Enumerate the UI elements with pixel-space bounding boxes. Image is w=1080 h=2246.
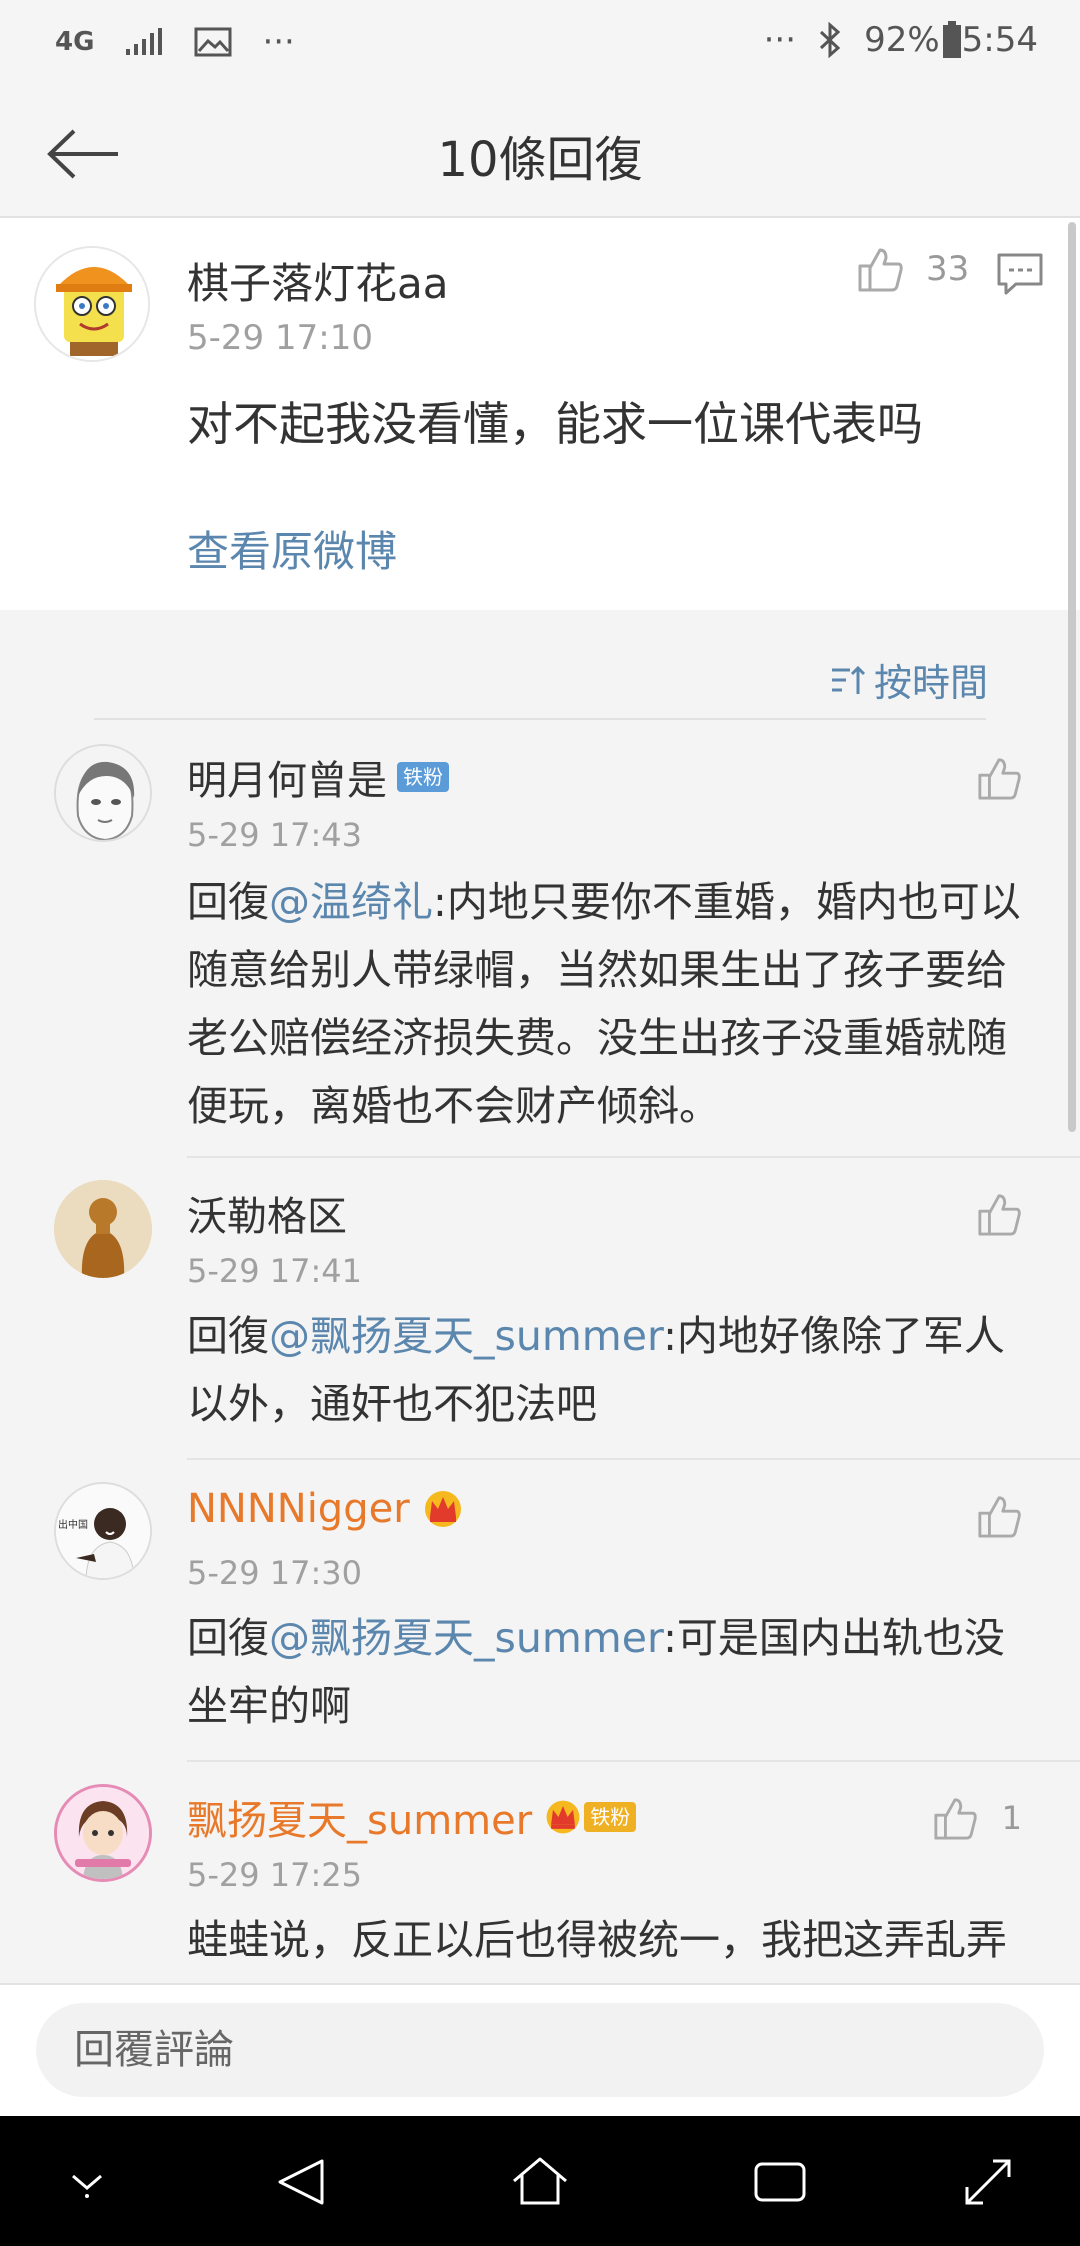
- reply-input[interactable]: [36, 2003, 1044, 2097]
- chevron-down-icon: [72, 2174, 102, 2198]
- comment-time: 5-29 17:10: [187, 318, 373, 358]
- expand-icon: [965, 2159, 1011, 2205]
- username-text: 明月何曾是: [187, 758, 387, 804]
- mention-link[interactable]: @飘扬夏天_summer: [269, 1614, 663, 1662]
- reply-item: 明月何曾是 铁粉 5-29 17:43 回復@温绮礼:内地只要你不重婚，婚内也可…: [0, 720, 1080, 1160]
- reply-item: 飘扬夏天_summer 铁粉 5-29 17:25 1 蛙蛙说，反正以后也得被统…: [0, 1762, 1080, 1983]
- username-text: 沃勒格区: [187, 1194, 347, 1240]
- network-4g-icon: 4G: [55, 27, 95, 57]
- thumbs-up-icon: [858, 248, 903, 292]
- reply-prefix: 回復: [187, 1312, 269, 1360]
- status-time: 5:54: [961, 20, 1038, 60]
- sort-row: 按時間: [0, 610, 1080, 720]
- reply-item: 出中国 NNNNigger 5-29 17:30 回復@飘扬夏天_summer:…: [0, 1460, 1080, 1762]
- reply-text: 回復@飘扬夏天_summer:内地好像除了军人以外，通奸也不犯法吧: [187, 1302, 1032, 1438]
- reply-text: 回復@温绮礼:内地只要你不重婚，婚内也可以随意给别人带绿帽，当然如果生出了孩子要…: [187, 868, 1032, 1140]
- like-button[interactable]: [976, 756, 1022, 800]
- nav-back-button[interactable]: [266, 2152, 336, 2212]
- comment-username[interactable]: 棋子落灯花aa: [187, 250, 448, 311]
- comment-icon: [997, 253, 1043, 295]
- navigation-bar: [0, 2116, 1080, 2246]
- nav-expand-button[interactable]: [953, 2152, 1023, 2212]
- avatar[interactable]: [54, 1784, 152, 1882]
- thumbs-up-icon: [978, 1496, 1021, 1538]
- username-text: 飘扬夏天_summer: [187, 1798, 533, 1844]
- hide-keyboard-button[interactable]: [52, 2152, 122, 2212]
- like-button[interactable]: [976, 1494, 1022, 1538]
- thumbs-up-icon: [978, 758, 1021, 800]
- battery-icon: [942, 21, 961, 58]
- reply-prefix: 回復: [187, 1614, 269, 1662]
- reply-time: 5-29 17:41: [187, 1252, 363, 1290]
- username-text: NNNNigger: [187, 1486, 410, 1532]
- bluetooth-icon: [820, 22, 841, 58]
- like-button[interactable]: 1: [932, 1796, 1022, 1840]
- original-comment: 棋子落灯花aa 5-29 17:10 33 对不起我没看懂，能求一位课代表吗 查…: [0, 218, 1080, 610]
- reply-time: 5-29 17:30: [187, 1554, 363, 1592]
- reply-prefix: 回復: [187, 878, 269, 926]
- reply-text: 蛙蛙说，反正以后也得被统一，我把这弄乱弄: [187, 1906, 1032, 1974]
- reply-body: 蛙蛙说，反正以后也得被统一，我把这弄乱弄: [187, 1916, 1007, 1964]
- status-bar: 4G ··· ··· 92% 5:54: [0, 0, 1080, 90]
- sort-by-time-button[interactable]: 按時間: [830, 652, 988, 707]
- back-triangle-icon: [278, 2159, 324, 2205]
- avatar-caption: 出中国: [58, 1518, 88, 1531]
- reply-username[interactable]: 明月何曾是 铁粉: [187, 748, 449, 806]
- battery-percent: 92%: [864, 20, 940, 60]
- reply-button[interactable]: [996, 252, 1044, 296]
- mention-link[interactable]: @温绮礼: [269, 878, 433, 926]
- avatar[interactable]: 出中国: [54, 1482, 152, 1580]
- thumbs-up-icon: [978, 1194, 1021, 1236]
- like-count: 1: [1001, 1799, 1022, 1837]
- home-icon: [513, 2157, 567, 2205]
- mention-link[interactable]: @飘扬夏天_summer: [269, 1312, 663, 1360]
- like-button[interactable]: [976, 1192, 1022, 1236]
- vip-crown-icon: [546, 1800, 580, 1834]
- status-overflow: ···: [763, 20, 797, 60]
- app-bar: 10條回復: [0, 90, 1080, 218]
- reply-input-bar: [0, 1983, 1080, 2116]
- scrollbar[interactable]: [1068, 222, 1076, 1132]
- fan-badge: 铁粉: [584, 1802, 637, 1832]
- view-original-link[interactable]: 查看原微博: [187, 518, 397, 579]
- sort-label: 按時間: [873, 661, 988, 705]
- fan-badge: 铁粉: [397, 762, 449, 792]
- nav-home-button[interactable]: [505, 2152, 575, 2212]
- reply-time: 5-29 17:43: [187, 816, 363, 854]
- vip-crown-icon: [424, 1491, 461, 1527]
- recents-icon: [754, 2162, 806, 2202]
- sort-icon: [831, 665, 866, 694]
- reply-item: 沃勒格区 5-29 17:41 回復@飘扬夏天_summer:内地好像除了军人以…: [0, 1158, 1080, 1460]
- gallery-icon: [194, 27, 232, 57]
- avatar[interactable]: [34, 246, 150, 362]
- reply-username[interactable]: 飘扬夏天_summer 铁粉: [187, 1788, 637, 1846]
- signal-icon: [126, 28, 163, 55]
- nav-recents-button[interactable]: [745, 2152, 815, 2212]
- avatar[interactable]: [54, 744, 152, 842]
- reply-username[interactable]: NNNNigger: [187, 1486, 466, 1532]
- reply-text: 回復@飘扬夏天_summer:可是国内出轨也没坐牢的啊: [187, 1604, 1032, 1740]
- like-button[interactable]: 33: [856, 246, 969, 292]
- comment-text: 对不起我没看懂，能求一位课代表吗: [187, 397, 923, 451]
- notification-overflow: ···: [262, 22, 295, 62]
- page-title: 10條回復: [437, 132, 643, 188]
- reply-username[interactable]: 沃勒格区: [187, 1184, 347, 1242]
- thumbs-up-icon: [934, 1798, 977, 1840]
- reply-time: 5-29 17:25: [187, 1856, 363, 1894]
- like-count: 33: [926, 249, 970, 289]
- avatar[interactable]: [54, 1180, 152, 1278]
